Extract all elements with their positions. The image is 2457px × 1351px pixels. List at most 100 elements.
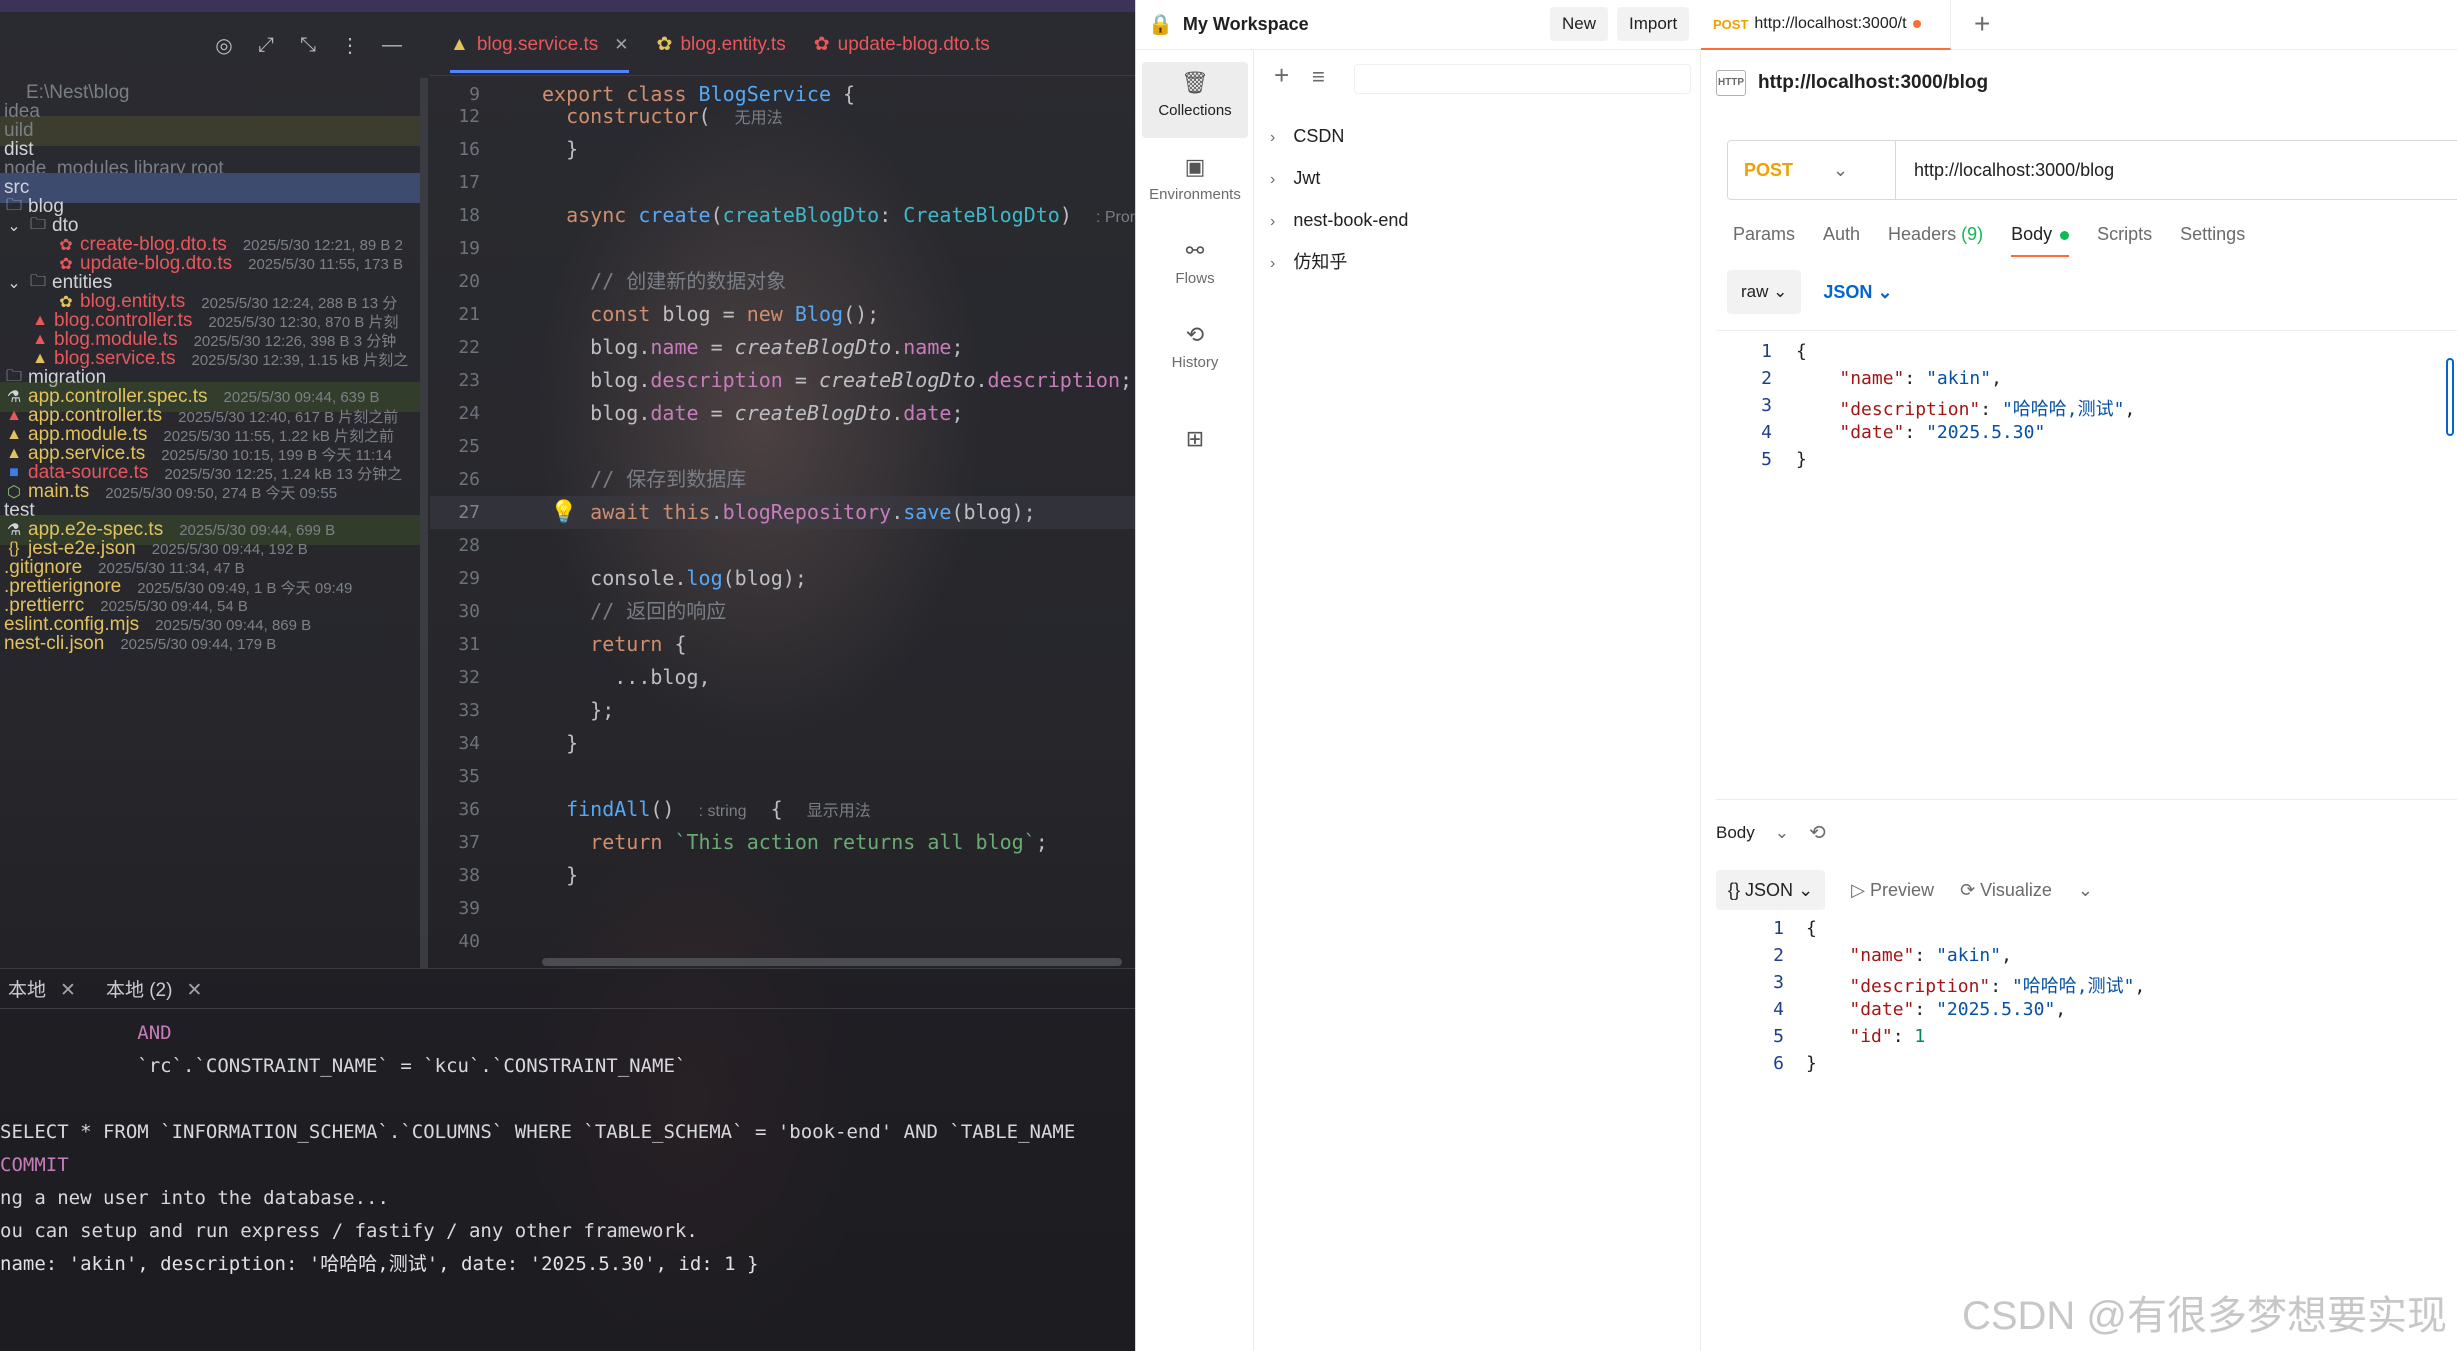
- plus-icon[interactable]: +: [1274, 60, 1289, 91]
- collection-item[interactable]: › nest-book-end: [1270, 200, 1408, 240]
- line-number: 2: [1761, 368, 1772, 389]
- response-header: Body ⌄ ⟲: [1716, 820, 1826, 845]
- line-number: 3: [1761, 395, 1772, 416]
- code-line: blog.name = createBlogDto.name;: [542, 335, 964, 359]
- rail-flows[interactable]: ⚯ Flows: [1142, 230, 1248, 306]
- expand-icon[interactable]: ⤢: [254, 34, 278, 57]
- tab-auth[interactable]: Auth: [1823, 224, 1860, 257]
- method-select[interactable]: POST ⌄: [1728, 141, 1896, 199]
- code-line: ...blog,: [542, 665, 711, 689]
- code-editor[interactable]: 9 export class BlogService { 12 construc…: [430, 78, 1135, 968]
- code-line: findAll() : string { 显示用法: [566, 797, 871, 821]
- tree-file[interactable]: nest-cli.json 2025/5/30 09:44, 179 B: [0, 629, 420, 659]
- editor-tabs: ▲ blog.service.ts ✕ ✿ blog.entity.ts ✿ updat…: [430, 14, 1135, 76]
- braces-icon: {}: [1728, 880, 1741, 900]
- chevron-down-icon[interactable]: ⌄: [2078, 880, 2093, 901]
- target-icon[interactable]: ◎: [212, 33, 236, 58]
- response-toolbar: {} JSON ⌄ ▷ Preview ⟳ Visualize ⌄: [1716, 870, 2093, 910]
- response-format-select[interactable]: {} JSON ⌄: [1716, 870, 1826, 910]
- collections-sidebar: + ≡ › CSDN › Jwt › nest-book-end › 仿知乎: [1254, 50, 1701, 1351]
- preview-button[interactable]: ▷ Preview: [1851, 880, 1934, 901]
- history-icon[interactable]: ⟲: [1809, 820, 1826, 845]
- terminal-tab-local[interactable]: 本地 ✕: [8, 975, 76, 1002]
- response-line: "name": "akin",: [1849, 945, 2012, 966]
- editor-scrollbar[interactable]: [2446, 358, 2454, 436]
- workspace-name[interactable]: My Workspace: [1183, 14, 1309, 35]
- body-line: }: [1796, 449, 1807, 470]
- tab-scripts[interactable]: Scripts: [2097, 224, 2152, 257]
- filter-input[interactable]: [1354, 64, 1691, 94]
- line-number: 40: [458, 931, 480, 952]
- collections-icon: 🗑: [1181, 70, 1209, 95]
- new-tab-icon[interactable]: +: [1974, 8, 1990, 40]
- line-number: 5: [1773, 1026, 1784, 1047]
- flows-icon: ⚯: [1185, 238, 1205, 263]
- rail-environments[interactable]: ▣ Environments: [1142, 146, 1248, 222]
- response-body-select[interactable]: Body: [1716, 823, 1755, 843]
- request-title[interactable]: http://localhost:3000/blog: [1758, 72, 1988, 94]
- more-icon[interactable]: ⋮: [338, 33, 362, 58]
- collection-item[interactable]: › CSDN: [1270, 116, 1344, 156]
- rail-history[interactable]: ⟲ History: [1142, 314, 1248, 390]
- close-icon[interactable]: ✕: [614, 35, 628, 55]
- line-number: 3: [1773, 972, 1784, 993]
- collection-item[interactable]: › 仿知乎: [1270, 242, 1347, 282]
- tab-body[interactable]: Body: [2011, 224, 2070, 257]
- terminal-panel[interactable]: 本地 ✕ 本地 (2) ✕ AND `rc`.`CONSTRAINT_NAME` =…: [0, 968, 1135, 1351]
- filter-icon[interactable]: ≡: [1312, 64, 1325, 90]
- code-line: }: [542, 731, 579, 755]
- code-line: console.log(blog);: [542, 566, 807, 590]
- watermark: CSDN @有很多梦想要实现: [1961, 1294, 2447, 1338]
- lightbulb-icon[interactable]: 💡: [550, 499, 577, 525]
- tab-blog-service[interactable]: ▲ blog.service.ts ✕: [450, 34, 629, 73]
- terminal-line: name: 'akin', description: '哈哈哈,测试', dat…: [0, 1253, 759, 1275]
- chevron-down-icon: ⌄: [1833, 159, 1849, 180]
- close-icon[interactable]: ✕: [186, 980, 202, 1001]
- url-input[interactable]: http://localhost:3000/blog: [1896, 160, 2114, 181]
- body-mode-bar: raw ⌄ JSON ⌄: [1727, 270, 1893, 314]
- chevron-down-icon: ⌄: [1798, 880, 1814, 900]
- terminal-tab-local-2[interactable]: 本地 (2) ✕: [106, 975, 202, 1002]
- terminal-line: ou can setup and run express / fastify /…: [0, 1220, 698, 1242]
- environments-icon: ▣: [1184, 154, 1206, 179]
- code-line: }: [542, 863, 579, 887]
- minimize-icon[interactable]: —: [380, 34, 404, 57]
- body-line: "description": "哈哈哈,测试",: [1839, 399, 2136, 420]
- request-body-editor[interactable]: 1 { 2 "name": "akin", 3 "description": "…: [1716, 330, 2457, 800]
- body-type-select[interactable]: raw ⌄: [1727, 270, 1802, 314]
- chevron-right-icon[interactable]: ›: [1270, 255, 1275, 272]
- rail-configure[interactable]: ⊞: [1142, 418, 1248, 458]
- code-line: blog.date = createBlogDto.date;: [542, 401, 964, 425]
- horizontal-scrollbar[interactable]: [542, 958, 1122, 966]
- chevron-down-icon[interactable]: ⌄: [1775, 823, 1789, 843]
- line-number: 5: [1761, 449, 1772, 470]
- code-line: return {: [590, 632, 687, 656]
- tab-blog-entity[interactable]: ✿ blog.entity.ts: [657, 33, 786, 56]
- tab-settings[interactable]: Settings: [2180, 224, 2245, 257]
- terminal-line: COMMIT: [0, 1154, 69, 1176]
- line-number: 2: [1773, 945, 1784, 966]
- lock-icon: 🔒: [1148, 14, 1173, 36]
- response-line: {: [1806, 918, 1817, 939]
- terminal-line: AND: [0, 1022, 172, 1044]
- body-line: {: [1796, 341, 1807, 362]
- new-button[interactable]: New: [1550, 7, 1609, 41]
- request-tab[interactable]: POST http://localhost:3000/t: [1701, 0, 1951, 50]
- visualize-button[interactable]: ⟳ Visualize: [1960, 880, 2052, 901]
- close-icon[interactable]: ✕: [60, 980, 76, 1001]
- body-language-select[interactable]: JSON ⌄: [1823, 282, 1892, 303]
- tab-update-blog-dto[interactable]: ✿ update-blog.dto.ts: [814, 33, 990, 56]
- collection-item[interactable]: › Jwt: [1270, 158, 1320, 198]
- tab-params[interactable]: Params: [1733, 224, 1795, 257]
- collapse-icon[interactable]: ⤡: [296, 34, 320, 57]
- panel-splitter[interactable]: [420, 78, 428, 968]
- chevron-right-icon[interactable]: ›: [1270, 129, 1275, 146]
- rail-collections[interactable]: 🗑 Collections: [1142, 62, 1248, 138]
- request-tabs: POST http://localhost:3000/t +: [1701, 0, 2457, 50]
- line-number: 6: [1773, 1053, 1784, 1074]
- unsaved-dot: [1912, 20, 1921, 28]
- import-button[interactable]: Import: [1617, 7, 1690, 41]
- tab-headers[interactable]: Headers (9): [1888, 224, 1983, 257]
- chevron-right-icon[interactable]: ›: [1270, 171, 1275, 188]
- chevron-right-icon[interactable]: ›: [1270, 213, 1275, 230]
